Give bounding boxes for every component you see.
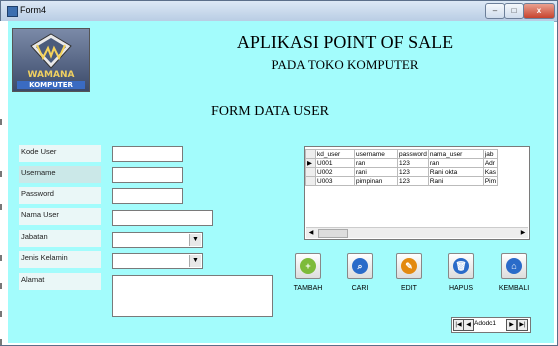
form-title: FORM DATA USER [211,104,329,119]
add-icon: + [295,253,321,279]
table-cell[interactable]: Pim [482,176,499,186]
kembali-button[interactable]: ⌂ KEMBALI [494,253,534,293]
close-button[interactable]: x [523,3,555,19]
password-input[interactable] [112,188,183,204]
horizontal-scrollbar[interactable]: ◀ ▶ [306,227,528,238]
column-header[interactable]: kd_user [315,149,355,159]
app-subtitle: PADA TOKO KOMPUTER [271,57,419,72]
hapus-label: HAPUS [448,285,474,292]
logo-emblem-icon [30,33,72,69]
table-cell[interactable]: U001 [315,158,355,168]
cari-button[interactable]: ⌕ CARI [340,253,380,293]
navigator-caption: Adodc1 [474,320,497,327]
label-password: Password [19,187,101,204]
table-cell[interactable]: pimpinan [354,176,398,186]
kode-user-input[interactable] [112,146,183,162]
column-header[interactable]: nama_user [427,149,484,159]
table-row[interactable]: ▶ U001 ran 123 ran Adr [305,158,499,168]
row-selector-icon[interactable]: ▶ [305,158,316,168]
username-input[interactable] [112,167,183,183]
window-left-edge [0,21,8,345]
table-cell[interactable]: ran [354,158,398,168]
row-selector[interactable] [305,176,316,186]
grid-corner [305,149,316,159]
next-record-icon[interactable]: ▶ [506,319,517,331]
scroll-thumb[interactable] [318,229,348,238]
table-cell[interactable]: Kas [482,167,499,177]
scroll-right-icon[interactable]: ▶ [518,228,528,238]
tambah-label: TAMBAH [293,285,323,292]
label-kode-user: Kode User [19,145,101,162]
nama-user-input[interactable] [112,210,213,226]
app-title: APLIKASI POINT OF SALE [236,32,454,52]
table-cell[interactable]: 123 [397,167,429,177]
scroll-left-icon[interactable]: ◀ [306,228,316,238]
label-nama-user: Nama User [19,208,101,225]
table-row[interactable]: U003 pimpinan 123 Rani Pim [305,176,499,186]
kembali-label: KEMBALI [498,285,530,292]
previous-record-icon[interactable]: ◀ [463,319,474,331]
chevron-down-icon[interactable]: ▼ [189,255,201,267]
table-cell[interactable]: rani [354,167,398,177]
maximize-button[interactable]: □ [504,3,524,19]
alamat-textarea[interactable] [112,275,273,317]
cari-label: CARI [351,285,369,292]
jenis-kelamin-select[interactable]: ▼ [112,253,203,269]
table-cell[interactable]: ran [427,158,484,168]
table-row[interactable]: U002 rani 123 Rani okta Kas [305,167,499,177]
label-jabatan: Jabatan [19,230,101,247]
home-icon: ⌂ [501,253,527,279]
edit-label: EDIT [401,285,417,292]
table-cell[interactable]: Adr [482,158,499,168]
grid-header-row: kd_user username password nama_user jab [305,149,499,159]
title-bar[interactable]: Form4 – □ x [1,1,557,22]
row-selector[interactable] [305,167,316,177]
window-title: Form4 [20,5,47,15]
edit-icon: ✎ [396,253,422,279]
column-header[interactable]: username [354,149,398,159]
logo-brand-text: WAMANA [27,70,75,80]
label-username: Username [19,166,101,183]
table-cell[interactable]: Rani okta [427,167,484,177]
tambah-button[interactable]: + TAMBAH [288,253,328,293]
minimize-button[interactable]: – [485,3,505,19]
table-cell[interactable]: U003 [315,176,355,186]
jabatan-select[interactable]: ▼ [112,232,203,248]
table-cell[interactable]: U002 [315,167,355,177]
hapus-button[interactable]: 🗑 HAPUS [441,253,481,293]
chevron-down-icon[interactable]: ▼ [189,234,201,246]
grid-table: kd_user username password nama_user jab … [305,149,499,186]
form-icon [7,6,18,17]
table-cell[interactable]: Rani [427,176,484,186]
table-cell[interactable]: 123 [397,176,429,186]
user-data-grid[interactable]: kd_user username password nama_user jab … [304,146,530,240]
table-cell[interactable]: 123 [397,158,429,168]
edit-button[interactable]: ✎ EDIT [389,253,429,293]
last-record-icon[interactable]: ▶| [517,319,528,331]
column-header[interactable]: password [397,149,429,159]
column-header[interactable]: jab [482,149,499,159]
logo-sub-text: KOMPUTER [17,81,85,89]
label-jenis-kelamin: Jenis Kelamin [19,251,101,268]
adodc-navigator: |◀ ◀ Adodc1 ▶ ▶| [451,317,531,333]
label-alamat: Alamat [19,273,101,290]
search-icon: ⌕ [347,253,373,279]
trash-icon: 🗑 [448,253,474,279]
company-logo: WAMANA KOMPUTER [12,28,90,92]
